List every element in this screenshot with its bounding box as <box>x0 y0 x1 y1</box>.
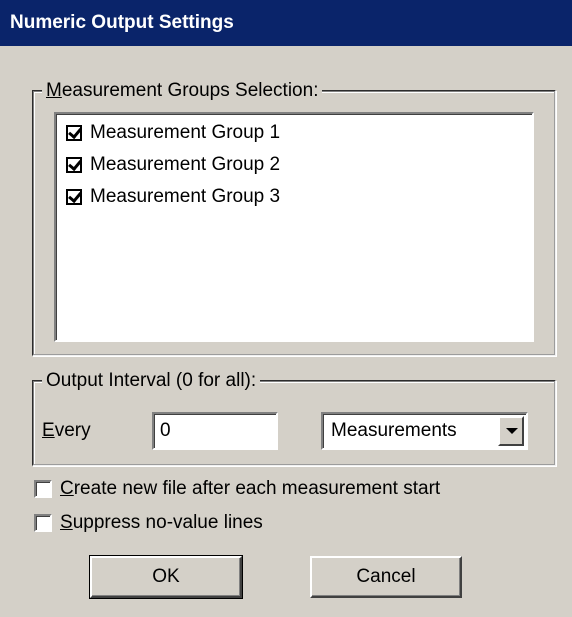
ok-button[interactable]: OK <box>89 555 243 599</box>
measurement-groups-groupbox: Measurement Groups Selection: Measuremen… <box>32 80 556 356</box>
every-label: Every <box>42 420 91 441</box>
window-title: Numeric Output Settings <box>10 12 234 33</box>
interval-value-input[interactable] <box>152 412 278 450</box>
group-3-checkbox[interactable] <box>66 189 82 205</box>
interval-unit-value: Measurements <box>331 420 457 441</box>
output-interval-groupbox: Output Interval (0 for all): Every Measu… <box>32 370 556 466</box>
title-bar: Numeric Output Settings <box>0 0 572 46</box>
group-1-checkbox[interactable] <box>66 125 82 141</box>
group-2-label: Measurement Group 2 <box>90 154 281 175</box>
numeric-output-settings-dialog: Measurement Groups Selection: Measuremen… <box>0 46 572 617</box>
group-2-checkbox[interactable] <box>66 157 82 173</box>
create-new-file-checkbox[interactable] <box>34 480 52 498</box>
group-3-label: Measurement Group 3 <box>90 186 281 207</box>
cancel-button[interactable]: Cancel <box>310 556 462 598</box>
dropdown-arrow-icon[interactable] <box>498 416 524 446</box>
list-item-group-3[interactable]: Measurement Group 3 <box>66 182 280 212</box>
suppress-no-value-checkbox[interactable] <box>34 514 52 532</box>
suppress-no-value-option[interactable]: Suppress no-value lines <box>34 512 263 534</box>
measurement-groups-legend: Measurement Groups Selection: <box>42 80 323 102</box>
measurement-groups-list[interactable]: Measurement Group 1 Measurement Group 2 … <box>54 112 534 342</box>
group-1-label: Measurement Group 1 <box>90 122 281 143</box>
create-new-file-label: Create new file after each measurement s… <box>60 478 441 499</box>
output-interval-legend: Output Interval (0 for all): <box>42 370 261 392</box>
list-item-group-1[interactable]: Measurement Group 1 <box>66 118 280 148</box>
list-item-group-2[interactable]: Measurement Group 2 <box>66 150 280 180</box>
suppress-no-value-label: Suppress no-value lines <box>60 512 263 533</box>
create-new-file-option[interactable]: Create new file after each measurement s… <box>34 478 440 500</box>
interval-unit-select[interactable]: Measurements <box>321 412 528 450</box>
